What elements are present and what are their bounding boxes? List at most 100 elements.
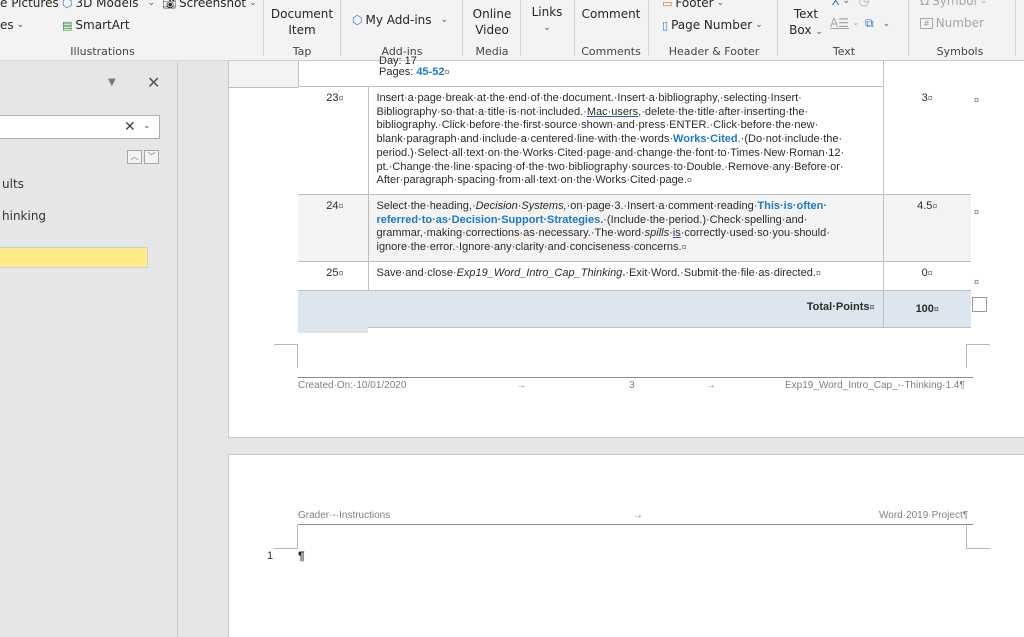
smartart-button[interactable]: ▤ SmartArt: [62, 18, 130, 32]
clear-search-icon[interactable]: ✕: [124, 119, 136, 135]
step-number-cell: 24¤: [298, 194, 368, 262]
shapes-button[interactable]: es ⌄: [0, 18, 24, 32]
grading-table: 23¤ Insert·a·page·break·at·the·end·of·th…: [298, 87, 971, 328]
comments-group-label: Comments: [581, 45, 641, 58]
links-button[interactable]: Links ⌄: [524, 4, 570, 36]
table-add-row-handle[interactable]: [972, 297, 987, 312]
cell-end-mark: ¤: [681, 242, 687, 253]
crop-mark: [274, 344, 298, 368]
footer-created-on[interactable]: Created·On:·10/01/2020: [298, 380, 406, 391]
nav-result-item[interactable]: ults: [2, 177, 24, 191]
paragraph-mark[interactable]: ¶: [298, 549, 305, 563]
pane-options-icon[interactable]: ▼: [108, 77, 116, 88]
previous-row-num-cell: [229, 61, 299, 87]
drop-cap-button[interactable]: A☰ ⌄: [830, 16, 860, 30]
step-description-cell[interactable]: Save·and·close·Exp19_Word_Intro_Cap_Thin…: [367, 261, 884, 291]
group-divider: [263, 0, 264, 56]
footer-icon: ▭: [662, 0, 673, 10]
online-video-label-1: Online: [472, 7, 512, 21]
addins-icon: ⬡: [352, 13, 363, 27]
step-description-cell[interactable]: Insert·a·page·break·at·the·end·of·the·do…: [367, 87, 884, 195]
drop-cap-icon: A☰: [830, 16, 849, 30]
header-project-name[interactable]: Word·2019·Project¶: [879, 510, 968, 521]
text-box-label-1: Text: [793, 7, 819, 21]
desc-text: ·on·page·3.·Insert·a·comment·reading·: [566, 199, 758, 212]
desc-italic: spills: [644, 227, 670, 240]
nav-result-item[interactable]: hinking: [2, 209, 46, 223]
object-button[interactable]: ⧉ ⌄: [865, 16, 890, 31]
symbol-button[interactable]: Ω Symbol ⌄: [920, 0, 987, 8]
chevron-down-icon: ⌄: [16, 20, 25, 30]
table-row: 24¤ Select·the·heading,·Decision·Systems…: [298, 194, 971, 262]
step-number-cell: 23¤: [298, 87, 368, 195]
points-cell: 3¤: [883, 87, 971, 195]
footer-file-name[interactable]: Exp19_Word_Intro_Cap_-·Thinking·1.4¶: [785, 380, 965, 391]
page-number-button[interactable]: ▯ Page Number ⌄: [662, 18, 763, 32]
chevron-down-icon: ⌄: [882, 18, 891, 29]
online-video-button[interactable]: Online Video: [466, 6, 518, 38]
table-row: 23¤ Insert·a·page·break·at·the·end·of·th…: [298, 87, 971, 195]
footer-button[interactable]: ▭ Footer ⌄: [662, 0, 724, 10]
chevron-down-icon: ⌄: [755, 20, 763, 30]
screenshot-label: Screenshot: [178, 0, 247, 10]
omega-icon: Ω: [920, 0, 930, 8]
pages-line: Pages: 45-52¤: [379, 66, 449, 78]
header-grader-instructions[interactable]: Grader·-·Instructions: [298, 510, 390, 521]
nav-highlighted-result[interactable]: [0, 247, 148, 268]
quick-parts-button[interactable]: ⅄ ⌄ ◷: [832, 0, 869, 8]
line-number: 1: [267, 550, 274, 562]
cell-end-mark: ¤: [932, 200, 938, 211]
text-group-label: Text: [832, 45, 856, 58]
online-pictures-button[interactable]: e Pictures: [0, 0, 59, 10]
number-button[interactable]: # Number: [920, 16, 984, 30]
3d-models-icon: ⬡: [62, 0, 73, 10]
online-pictures-label: e Pictures: [0, 0, 59, 10]
group-divider: [574, 0, 575, 56]
screenshot-button[interactable]: 📷︎ Screenshot ⌄: [162, 0, 257, 10]
word-window: e Pictures ⬡ 3D Models ⌄ 📷︎ Screenshot ⌄…: [0, 0, 1024, 637]
points-value: 4.5: [917, 199, 933, 212]
next-result-button[interactable]: ﹀: [144, 150, 159, 164]
cell-end-mark: ¤: [869, 302, 875, 313]
desc-text: Select·the·heading,·: [376, 199, 476, 212]
my-addins-button[interactable]: ⬡ My Add-ins ⌄: [352, 13, 448, 27]
desc-blue-bold: Works·Cited: [673, 133, 738, 146]
smartart-icon: ▤: [62, 18, 73, 32]
step-number: 23: [326, 92, 339, 104]
3d-models-button[interactable]: ⬡ 3D Models ⌄: [62, 0, 155, 10]
tab-arrow: →: [706, 380, 716, 391]
ribbon-insert-tab: e Pictures ⬡ 3D Models ⌄ 📷︎ Screenshot ⌄…: [0, 0, 1024, 61]
close-icon[interactable]: ✕: [147, 73, 160, 92]
links-label: Links: [531, 5, 563, 19]
page-4[interactable]: Grader·-·Instructions → Word·2019·Projec…: [228, 454, 1024, 637]
document-workspace[interactable]: Day: 17 Pages: 45-52¤ 23¤ Insert·a·page·…: [179, 55, 1024, 637]
page-3[interactable]: Day: 17 Pages: 45-52¤ 23¤ Insert·a·page·…: [228, 55, 1024, 438]
desc-grammar-underlined: Mac·users,: [586, 105, 642, 118]
cell-end-mark: ¤: [927, 93, 933, 103]
search-input[interactable]: ✕ ⌄: [0, 115, 160, 139]
footer-rule: [298, 377, 973, 378]
header-footer-group-label: Header & Footer: [668, 45, 760, 58]
cell-end-mark: ¤: [338, 267, 344, 278]
cell-end-mark: ¤: [815, 267, 821, 278]
tap-group-label: Tap: [292, 45, 312, 58]
table-row: 25¤ Save·and·close·Exp19_Word_Intro_Cap_…: [298, 261, 971, 291]
tab-arrow: →: [516, 380, 526, 391]
comment-button[interactable]: Comment: [578, 6, 644, 22]
points-cell: 0¤: [883, 261, 971, 291]
search-options-chevron-icon[interactable]: ⌄: [143, 121, 151, 131]
desc-grammar-underlined: is: [672, 227, 681, 240]
previous-result-button[interactable]: ︿: [127, 150, 142, 164]
number-label: Number: [935, 16, 984, 30]
chevron-down-icon: ⌄: [147, 0, 156, 8]
text-box-button[interactable]: Text Box ⌄: [785, 6, 827, 40]
crop-mark: [274, 525, 298, 549]
object-icon: ⧉: [865, 16, 874, 30]
chevron-down-icon: ⌄: [979, 0, 988, 6]
group-divider: [777, 0, 778, 56]
3d-models-label: 3D Models: [75, 0, 139, 10]
step-description-cell[interactable]: Select·the·heading,·Decision·Systems,·on…: [367, 194, 884, 262]
document-item-button[interactable]: Document Item: [268, 6, 336, 38]
footer-page-number[interactable]: 3: [629, 380, 635, 391]
pages-label: Pages:: [379, 66, 414, 78]
